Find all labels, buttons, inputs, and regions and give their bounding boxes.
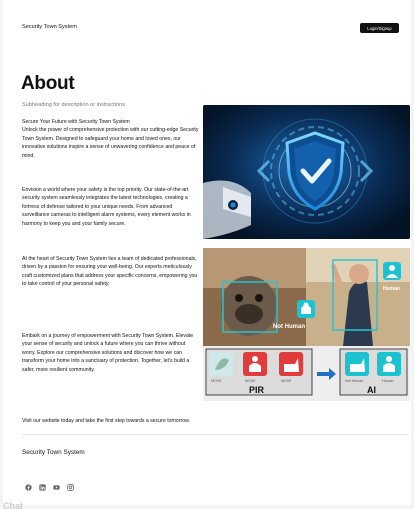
ai-icon-label-1: Not Human <box>345 379 363 383</box>
page: Security Town System Login/Signup About … <box>3 0 411 505</box>
pir-icon-label-2: MOVE <box>245 379 256 383</box>
human-label: Human <box>383 286 400 292</box>
youtube-icon[interactable] <box>53 484 60 491</box>
watermark: Chat <box>3 501 23 509</box>
not-human-label: Not Human <box>273 324 305 330</box>
shield-hero-image <box>203 105 410 239</box>
paragraph-5: Visit our website today and take the fir… <box>22 418 191 424</box>
linkedin-icon[interactable] <box>39 484 46 491</box>
login-signup-button[interactable]: Login/Signup <box>360 23 399 33</box>
subheading: Subheading for description or instructio… <box>22 102 125 108</box>
page-title: About <box>21 73 75 94</box>
paragraph-4: Embark on a journey of empowerment with … <box>22 333 194 373</box>
footer-divider <box>22 434 409 435</box>
footer-brand[interactable]: Security Town System <box>22 449 85 456</box>
paragraph-1: Secure Your Future with Security Town Sy… <box>22 119 199 159</box>
pir-label: PIR <box>249 385 265 395</box>
paragraph-2: Envision a world where your safety is th… <box>22 187 191 227</box>
camera-detection-graphic: Not Human Human MOVE MOVE MOVE PIR Not H… <box>203 248 410 401</box>
pir-icon-label-3: MOVE <box>281 379 292 383</box>
facebook-icon[interactable] <box>25 484 32 491</box>
instagram-icon[interactable] <box>67 484 74 491</box>
social-links <box>25 484 74 491</box>
ai-icon-label-2: Human <box>382 379 394 383</box>
pir-icon-label-1: MOVE <box>211 379 222 383</box>
pir-ai-comparison-image: Not Human Human MOVE MOVE MOVE PIR Not H… <box>203 248 410 401</box>
shield-icon <box>203 105 410 239</box>
ai-label: AI <box>367 385 376 395</box>
paragraph-3: At the heart of Security Town System lie… <box>22 256 198 288</box>
header-brand[interactable]: Security Town System <box>22 24 77 30</box>
